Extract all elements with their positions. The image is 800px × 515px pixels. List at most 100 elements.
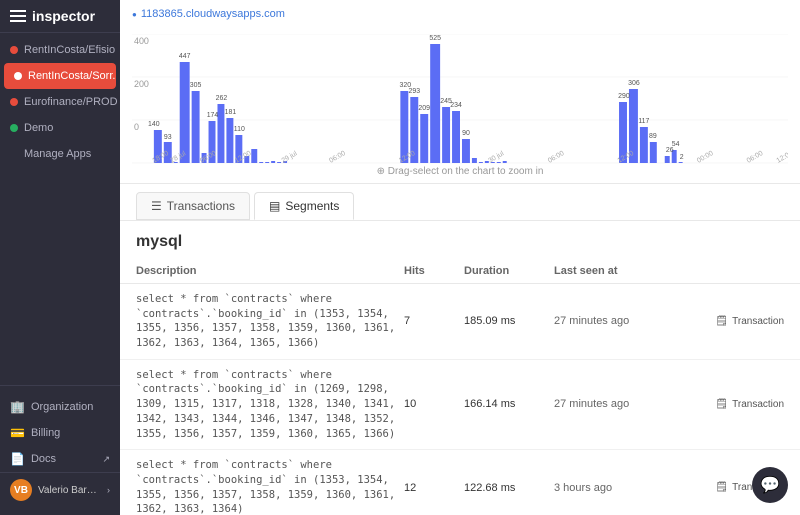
svg-text:234: 234 [450,102,462,109]
sidebar-user[interactable]: VB Valerio Barbera › [0,472,120,507]
sidebar-item-label: RentInCosta/Sorr... [28,70,116,82]
svg-text:00:00: 00:00 [696,150,715,164]
svg-text:2: 2 [680,154,684,161]
row-description: select * from `contracts` where `contrac… [136,368,404,441]
transaction-icon: 🗒 [715,399,728,410]
sidebar-item-billing[interactable]: 💳 Billing [0,420,120,446]
table-section: mysql Description Hits Duration Last see… [120,221,800,515]
svg-text:140: 140 [148,121,160,128]
col-type [674,265,784,277]
svg-text:117: 117 [638,118,649,125]
sidebar-item-rentincosta-sorr[interactable]: RentInCosta/Sorr... [4,63,116,89]
sidebar-item-organization[interactable]: 🏢 Organization [0,394,120,420]
chat-fab-button[interactable]: 💬 [752,467,788,503]
svg-text:525: 525 [429,35,441,42]
table-row[interactable]: select * from `contracts` where `contrac… [120,360,800,450]
external-link-icon: ↗ [102,454,110,465]
status-dot [10,98,18,106]
tab-transactions[interactable]: ☰ Transactions [136,192,250,220]
book-icon: 📄 [10,452,25,466]
svg-text:90: 90 [462,130,470,137]
svg-text:209: 209 [418,105,430,112]
row-description: select * from `contracts` where `contrac… [136,292,404,351]
chevron-right-icon: › [107,485,110,495]
table-row[interactable]: select * from `contracts` where `contrac… [120,450,800,515]
sidebar-item-label: Manage Apps [24,148,91,160]
col-duration: Duration [464,265,554,277]
tab-segments[interactable]: ▤ Segments [254,192,354,220]
sidebar-item-label: Docs [31,453,56,465]
table-row[interactable]: select * from `contracts` where `contrac… [120,284,800,360]
user-name: Valerio Barbera [38,485,101,496]
sidebar-item-label: Organization [31,401,93,413]
svg-text:93: 93 [164,134,172,141]
sidebar-item-manage-apps[interactable]: Manage Apps [0,141,120,167]
svg-text:12:00: 12:00 [776,150,788,164]
svg-text:06:00: 06:00 [746,150,765,164]
sidebar-nav: RentInCosta/Efisio RentInCosta/Sorr... E… [0,33,120,385]
svg-text:0: 0 [134,122,139,132]
sidebar: inspector RentInCosta/Efisio RentInCosta… [0,0,120,515]
avatar: VB [10,479,32,501]
chart-area: 1183865.cloudwaysapps.com 400 200 0 [120,0,800,184]
table-header: Description Hits Duration Last seen at [120,259,800,284]
col-hits: Hits [404,265,464,277]
app-title: inspector [32,8,95,24]
svg-text:181: 181 [225,109,237,116]
svg-text:06:00: 06:00 [328,150,347,164]
badge-label: Transaction [732,399,784,410]
sidebar-bottom: 🏢 Organization 💳 Billing 📄 Docs ↗ VB Val… [0,385,120,515]
svg-text:29 jul: 29 jul [281,150,299,164]
row-lastseen: 27 minutes ago [554,398,674,410]
status-dot [10,46,18,54]
col-description: Description [136,265,404,277]
svg-text:174: 174 [207,112,219,119]
tabs-bar: ☰ Transactions ▤ Segments [120,184,800,221]
main-content: 1183865.cloudwaysapps.com 400 200 0 [120,0,800,515]
row-hits: 7 [404,315,464,327]
col-lastseen: Last seen at [554,265,674,277]
sidebar-item-eurofinance-prod[interactable]: Eurofinance/PROD [0,89,120,115]
svg-text:89: 89 [649,133,657,140]
badge-label: Transaction [732,316,784,327]
building-icon: 🏢 [10,400,25,414]
status-dot [14,72,22,80]
chart-url: 1183865.cloudwaysapps.com [132,8,788,20]
tab-label: Segments [285,199,339,213]
row-hits: 10 [404,398,464,410]
row-description: select * from `contracts` where `contrac… [136,458,404,515]
tab-label: Transactions [167,199,235,213]
list-icon: ☰ [151,199,162,213]
sidebar-item-label: Demo [24,122,53,134]
sidebar-item-rentincosta-efisio[interactable]: RentInCosta/Efisio [0,37,120,63]
svg-text:200: 200 [134,79,149,89]
transaction-icon: 🗒 [715,482,728,493]
row-duration: 166.14 ms [464,398,554,410]
sidebar-item-demo[interactable]: Demo [0,115,120,141]
chat-icon: 💬 [760,475,780,495]
sidebar-item-docs[interactable]: 📄 Docs ↗ [0,446,120,472]
sidebar-header: inspector [0,0,120,33]
spacer [10,150,18,158]
bar-chart[interactable]: 400 200 0 [132,34,788,164]
svg-text:305: 305 [190,82,202,89]
section-title: mysql [120,221,800,259]
chart-drag-note: ⊕ Drag-select on the chart to zoom in [132,164,788,179]
svg-text:262: 262 [216,95,228,102]
svg-text:26: 26 [666,147,674,154]
svg-text:54: 54 [672,141,680,148]
row-lastseen: 3 hours ago [554,482,674,494]
svg-text:447: 447 [179,53,191,60]
status-dot [10,124,18,132]
chart-wrapper: 400 200 0 [132,24,788,164]
svg-text:400: 400 [134,36,149,46]
row-hits: 12 [404,482,464,494]
svg-text:290: 290 [618,93,630,100]
transaction-badge: 🗒 Transaction [674,399,784,410]
sidebar-item-label: RentInCosta/Efisio [24,44,115,56]
hamburger-icon[interactable] [10,10,26,22]
transaction-badge: 🗒 Transaction [674,316,784,327]
sidebar-item-label: Billing [31,427,60,439]
row-duration: 122.68 ms [464,482,554,494]
sidebar-item-label: Eurofinance/PROD [24,96,118,108]
